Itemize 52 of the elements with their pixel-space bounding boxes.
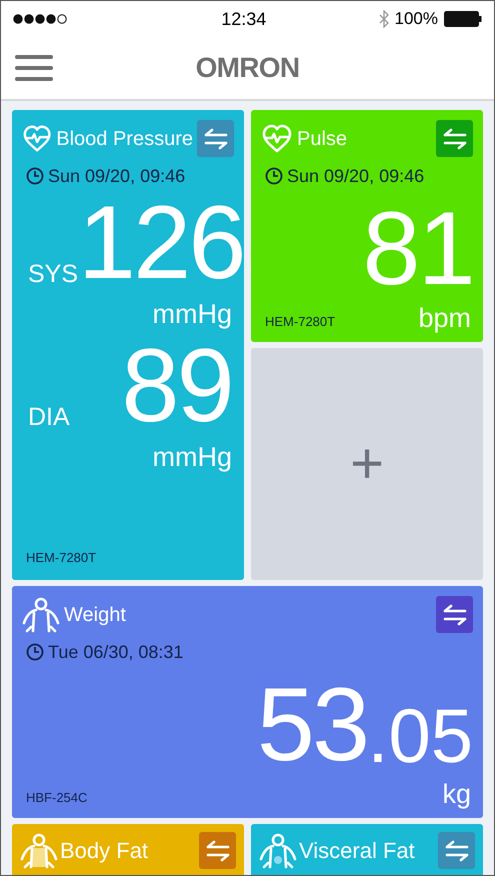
clock-icon: [265, 167, 283, 185]
reading-label: SYS: [27, 262, 78, 287]
swap-button[interactable]: [438, 832, 475, 869]
add-card-button[interactable]: +: [251, 348, 483, 580]
swap-arrows-icon: [444, 840, 470, 862]
measurement-time: Sun 09/20, 09:46: [287, 167, 424, 185]
pulse-card[interactable]: Pulse Sun 09/20, 09:46 81 HEM-7280T bpm: [251, 110, 483, 342]
tile-title: Body Fat: [60, 840, 150, 862]
battery-percent: 100%: [394, 8, 438, 30]
reading-unit: kg: [442, 781, 472, 808]
reading-unit: mmHg: [152, 301, 232, 328]
reading-label: DIA: [27, 405, 70, 430]
person-icon: [22, 596, 60, 632]
measurement-time: Sun 09/20, 09:46: [48, 167, 186, 185]
person-icon: [259, 832, 297, 868]
battery-icon: [444, 11, 482, 27]
device-model: HEM-7280T: [264, 315, 336, 328]
swap-arrows-icon: [204, 840, 230, 862]
blood-pressure-card[interactable]: Blood Pressure Sun 09/20, 09:46 SYS 126 mmHg DIA 89 mmHg HEM-7280T: [12, 110, 244, 580]
measurement-time: Tue 06/30, 08:31: [48, 643, 184, 661]
reading-value: 53: [256, 673, 368, 777]
clock-icon: [26, 643, 44, 661]
clock-time: 12:34: [221, 8, 266, 30]
reading-unit: bpm: [418, 305, 472, 332]
tile-title: Visceral Fat: [299, 840, 416, 862]
heart-pulse-icon: [22, 124, 52, 154]
swap-button[interactable]: [436, 120, 473, 157]
device-model: HEM-7280T: [25, 551, 98, 564]
swap-button[interactable]: [197, 120, 234, 157]
swap-arrows-icon: [442, 604, 468, 626]
person-icon: [20, 832, 58, 868]
reading-value: 126: [78, 191, 244, 295]
tile-title: Pulse: [297, 128, 348, 148]
weight-card[interactable]: Weight Tue 06/30, 08:31 53.05 HBF-254C kg: [12, 586, 483, 818]
swap-arrows-icon: [442, 128, 468, 150]
tile-title: Blood Pressure: [56, 128, 193, 148]
device-model: HBF-254C: [25, 791, 88, 804]
heart-pulse-icon: [261, 124, 293, 154]
clock-icon: [26, 167, 44, 185]
tile-title: Weight: [64, 604, 127, 624]
reading-unit: mmHg: [152, 444, 232, 471]
signal-strength-icon: [13, 14, 69, 24]
swap-button[interactable]: [199, 832, 236, 869]
swap-arrows-icon: [202, 128, 228, 150]
reading-decimal: .05: [367, 699, 473, 775]
reading-value: 89: [122, 334, 232, 438]
reading-value: 81: [362, 197, 473, 301]
menu-button[interactable]: [15, 55, 53, 81]
brand-logo: OMRON: [196, 51, 300, 85]
visceral-fat-card[interactable]: Visceral Fat: [251, 824, 483, 875]
swap-button[interactable]: [436, 596, 473, 633]
bluetooth-icon: [378, 10, 389, 28]
